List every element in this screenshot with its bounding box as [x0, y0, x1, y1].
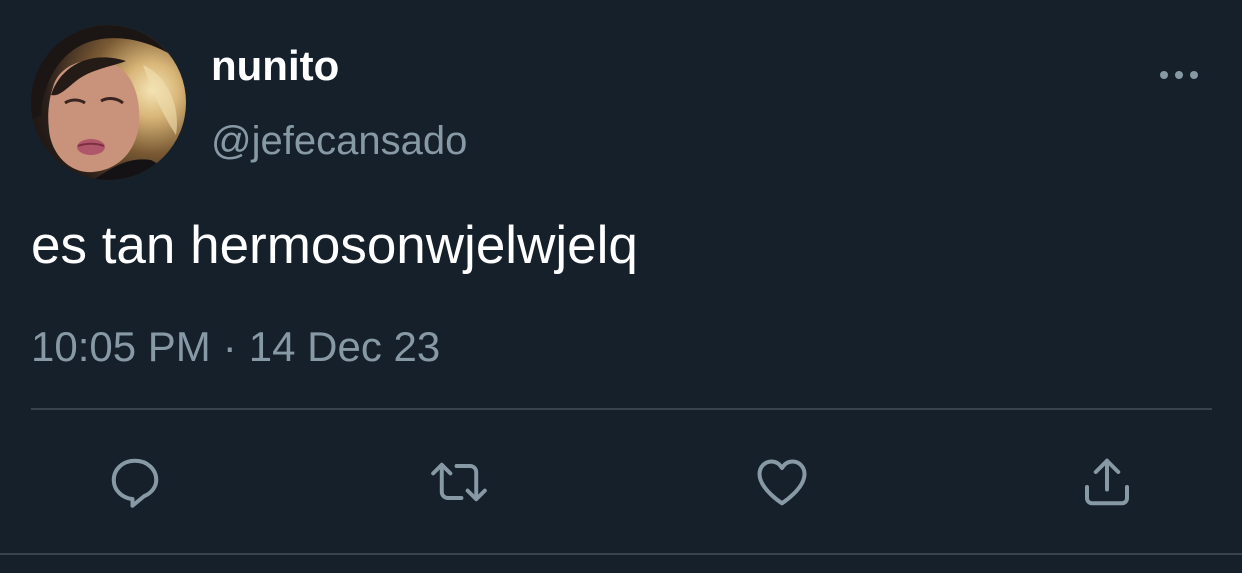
share-button[interactable]	[1075, 448, 1139, 516]
tweet-detail: nunito @jefecansado es tan hermosonwjelw…	[0, 0, 1242, 573]
tweet-timestamp[interactable]: 10:05 PM · 14 Dec 23	[31, 322, 440, 372]
display-name[interactable]: nunito	[211, 42, 339, 90]
tweet-time: 10:05 PM	[31, 323, 211, 370]
divider	[0, 553, 1242, 555]
avatar[interactable]	[31, 25, 186, 180]
tweet-text: es tan hermosonwjelwjelq	[31, 216, 638, 275]
timestamp-separator: ·	[222, 323, 237, 370]
share-icon	[1085, 458, 1129, 506]
like-button[interactable]	[750, 448, 814, 516]
retweet-button[interactable]	[427, 448, 491, 516]
divider	[31, 408, 1212, 410]
more-options-button[interactable]	[1155, 58, 1203, 92]
user-handle[interactable]: @jefecansado	[211, 117, 467, 165]
tweet-date: 14 Dec 23	[248, 323, 441, 370]
profile-photo-icon	[31, 25, 186, 180]
retweet-icon	[431, 462, 487, 502]
reply-button[interactable]	[103, 448, 167, 516]
reply-icon	[111, 458, 159, 508]
ellipsis-icon	[1160, 71, 1198, 79]
heart-icon	[757, 459, 807, 506]
